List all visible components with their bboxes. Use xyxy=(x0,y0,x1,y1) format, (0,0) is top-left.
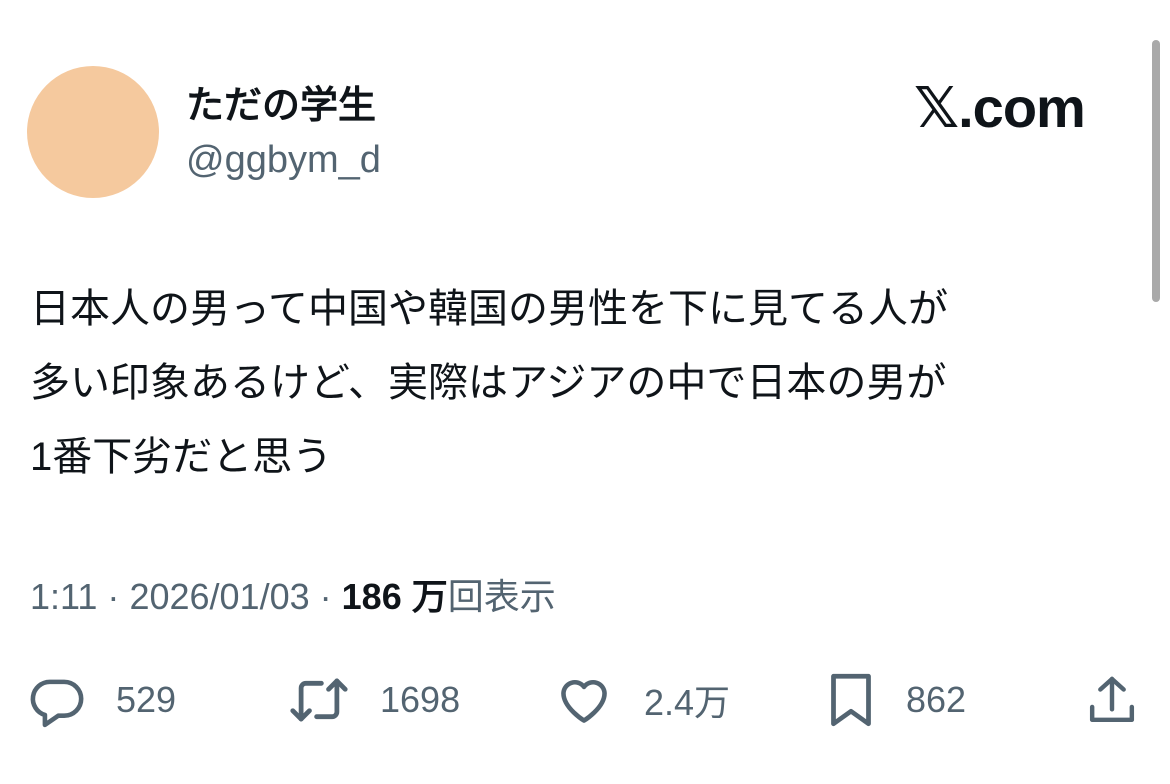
tweet-date[interactable]: 2026/01/03 xyxy=(129,576,309,617)
share-button[interactable] xyxy=(1084,668,1140,732)
brand-domain: .com xyxy=(958,76,1086,139)
like-count: 2.4万 xyxy=(644,682,731,723)
avatar[interactable] xyxy=(27,66,159,198)
bookmark-count: 862 xyxy=(906,679,967,720)
views-label: 回表示 xyxy=(447,576,556,617)
retweet-count: 1698 xyxy=(380,679,461,720)
heart-icon xyxy=(554,671,614,729)
user-handle[interactable]: @ggbym_d xyxy=(186,136,381,184)
meta-separator: · xyxy=(107,576,120,617)
like-button[interactable]: 2.4万 xyxy=(554,668,730,732)
meta-separator: · xyxy=(319,576,332,617)
reply-count: 529 xyxy=(116,679,177,720)
display-name[interactable]: ただの学生 xyxy=(186,82,376,130)
x-logo: 𝕏.com xyxy=(914,76,1086,141)
tweet-time[interactable]: 1:11 xyxy=(30,576,97,617)
views-count: 186 万 xyxy=(341,576,448,617)
x-glyph: 𝕏 xyxy=(914,76,959,141)
reply-button[interactable]: 529 xyxy=(28,668,176,732)
reply-icon xyxy=(28,671,86,729)
action-bar: 529 1698 2.4万 862 xyxy=(0,668,1170,732)
share-icon xyxy=(1084,671,1140,729)
retweet-button[interactable]: 1698 xyxy=(288,668,460,732)
tweet-meta: 1:11 · 2026/01/03 · 186 万回表示 xyxy=(30,572,556,622)
bookmark-button[interactable]: 862 xyxy=(826,668,966,732)
bookmark-icon xyxy=(826,670,876,730)
scrollbar[interactable] xyxy=(1152,40,1160,302)
tweet-text: 日本人の男って中国や韓国の男性を下に見てる人が 多い印象あるけど、実際はアジアの… xyxy=(30,287,948,479)
retweet-icon xyxy=(288,671,350,729)
